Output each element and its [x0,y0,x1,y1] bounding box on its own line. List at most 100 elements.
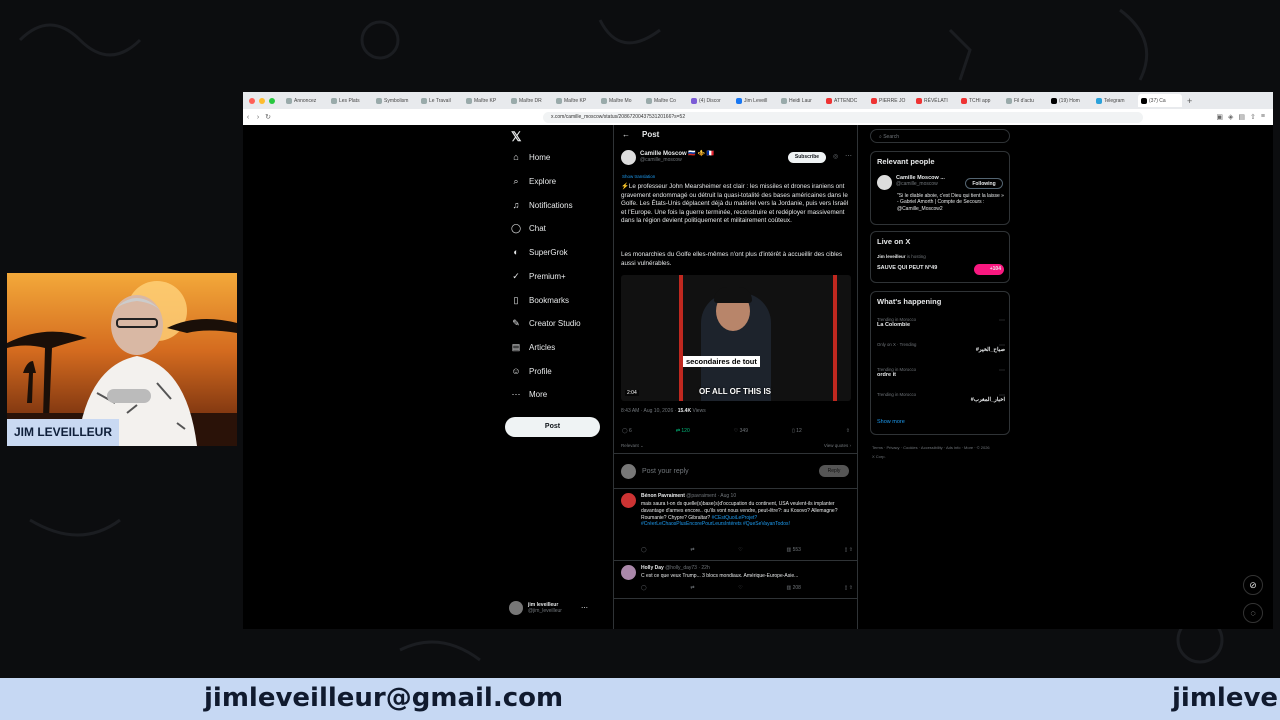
browser-tab-active[interactable]: (37) Ca [1138,94,1182,107]
more-dots-icon[interactable]: ⋯ [999,317,1005,324]
reply-icon: ◯ [622,428,629,434]
close-window-button[interactable] [249,97,255,104]
heart-icon[interactable]: ♡ [738,547,742,553]
browser-tab[interactable]: Telegram [1093,94,1137,107]
banner-email-scroll: jimleveil [1172,683,1280,713]
live-card[interactable]: Live on X Jim leveilleur is hosting SAUV… [870,231,1010,283]
search-icon: ⌕ [513,176,519,186]
browser-tab[interactable]: TCHI app [958,94,1002,107]
nav-notifications[interactable]: ♫ Notifications [511,200,573,210]
bookmark-icon[interactable]: ▯ ⇧ [845,585,853,591]
reply-item[interactable]: Holly Day @holly_day73 · 22h C est ce qu… [614,561,857,599]
new-tab-button[interactable]: + [1187,96,1192,106]
bookmark-action[interactable]: ▯ 12 [792,428,802,434]
reply-action[interactable]: ◯ 6 [622,428,632,434]
x-logo-icon[interactable]: 𝕏 [511,129,521,145]
browser-tab[interactable]: Maître Co [643,94,687,107]
trend-item[interactable]: Trending in Morocco ordre it ⋯ [877,367,1005,378]
nav-bookmarks[interactable]: ▯ Bookmarks [511,295,570,306]
back-icon[interactable]: ‹ [243,114,253,121]
nav-chat[interactable]: ◯ Chat [511,223,546,234]
repost-icon[interactable]: ⇄ [690,547,694,553]
avatar [621,150,636,165]
nav-premium[interactable]: ✓ Premium+ [511,271,565,282]
url-field[interactable]: x.com/camille_moscow/status/208672004375… [543,111,1143,123]
messages-float-icon[interactable]: ◌ [1243,603,1263,623]
reply-icon[interactable]: ◯ [641,585,647,591]
bookmark-icon[interactable]: ▯ ⇧ [845,547,853,553]
share-icon[interactable]: ⇧ [846,428,850,434]
nav-more[interactable]: ⋯ More [511,389,548,400]
sort-relevant-dropdown[interactable]: Relevant ⌄ [621,443,644,449]
reply-button[interactable]: Reply [819,465,849,477]
reply-composer: Post your reply Reply [614,453,857,489]
more-dots-icon[interactable]: ⋯ [999,342,1005,349]
trend-item[interactable]: Trending in Morocco La Colombie ⋯ [877,317,1005,328]
x-page: 𝕏 ⌂ Home ⌕ Explore ♫ Notifications ◯ Chat ◐ S… [243,125,1273,629]
footer-links[interactable]: Terms · Privacy · Cookies · Accessibilit… [872,443,992,461]
bookmark-icon: ▯ [513,295,519,305]
nav-home[interactable]: ⌂ Home [511,152,550,162]
browser-tab[interactable]: RÉVÉLATI [913,94,957,107]
browser-tab[interactable]: Jim Leveill [733,94,777,107]
post-button[interactable]: Post [505,417,600,437]
more-dots-icon[interactable]: ⋯ [999,367,1005,374]
forward-icon[interactable]: › [253,114,263,121]
nav-creator-studio[interactable]: ✎ Creator Studio [511,318,580,329]
trend-item[interactable]: Trending in Morocco #اخبار_المغرب ⋯ [877,392,1005,403]
browser-tab[interactable]: Les Plats [328,94,372,107]
subscribe-button[interactable]: Subscribe [788,152,826,163]
window-controls[interactable] [249,97,275,104]
browser-tab[interactable]: PIERRE JO [868,94,912,107]
more-dots-icon[interactable]: ⋯ [999,392,1005,399]
nav-profile[interactable]: ☺ Profile [511,366,551,376]
like-action[interactable]: ♡ 349 [734,428,748,434]
browser-tab[interactable]: Maître KP [463,94,507,107]
account-switcher[interactable]: jim leveilleur @jim_leveilleur ⋯ [509,601,588,615]
menu-icon[interactable]: ≡ [1261,113,1265,121]
browser-tab[interactable]: Annoncez [283,94,327,107]
avatar [877,175,892,190]
more-dots-icon[interactable]: ⋯ [845,152,852,160]
share-icon[interactable]: ⇧ [1250,113,1256,121]
nav-articles[interactable]: ▤ Articles [511,342,556,353]
show-more-link[interactable]: Show more [877,419,905,425]
reply-input[interactable]: Post your reply [642,468,689,475]
show-translation-link[interactable]: Show translation [622,174,655,179]
minimize-window-button[interactable] [259,97,265,104]
shield-icon[interactable]: ◈ [1228,113,1233,121]
browser-tab[interactable]: Le Travail [418,94,462,107]
browser-tab[interactable]: Heidi Laur [778,94,822,107]
repost-icon[interactable]: ⇄ [690,585,694,591]
trend-item[interactable]: Only on X · Trending #صباح_الخير ⋯ [877,342,1005,353]
browser-tab[interactable]: Fil d'actu [1003,94,1047,107]
search-input[interactable]: ⌕ Search [870,129,1010,143]
heart-icon[interactable]: ♡ [738,585,742,591]
extension-icon[interactable]: ▣ [1216,113,1223,121]
maximize-window-button[interactable] [269,97,275,104]
browser-tab[interactable]: Maître Mo [598,94,642,107]
nav-supergrok[interactable]: ◐ SuperGrok [511,247,567,257]
grok-float-icon[interactable]: ⊘ [1243,575,1263,595]
nav-explore[interactable]: ⌕ Explore [511,176,556,187]
post-author[interactable]: Camille Moscow 🇷🇺 ⚜️ 🇫🇷 @camille_moscow [621,150,714,165]
view-quotes-link[interactable]: View quotes › [824,443,851,449]
browser-tab[interactable]: Symbolism [373,94,417,107]
following-button[interactable]: Following [965,178,1003,189]
repost-action[interactable]: ⇄ 120 [676,428,690,434]
back-arrow-icon[interactable]: ← [622,130,630,139]
browser-tab[interactable]: Maître DR [508,94,552,107]
browser-tab[interactable]: ATTENDC [823,94,867,107]
browser-tab[interactable]: (4) Discor [688,94,732,107]
video-player[interactable]: secondaires de tout OF ALL OF THIS IS 2:… [621,275,851,401]
grok-icon[interactable]: ◎ [833,153,838,160]
reply-item[interactable]: Bénon Pavraiment @pavraiment · Aug 10 ma… [614,489,857,561]
browser-tab[interactable]: Maître KP [553,94,597,107]
reply-icon[interactable]: ◯ [641,547,647,553]
post-meta: 8:43 AM · Aug 10, 2026 · 15.4K Views [621,408,706,414]
avatar [621,565,636,580]
more-dots-icon[interactable]: ⋯ [581,604,588,612]
reload-icon[interactable]: ↻ [263,113,273,121]
browser-tab[interactable]: (19) Hom [1048,94,1092,107]
sidebar-icon[interactable]: ▤ [1238,113,1245,121]
